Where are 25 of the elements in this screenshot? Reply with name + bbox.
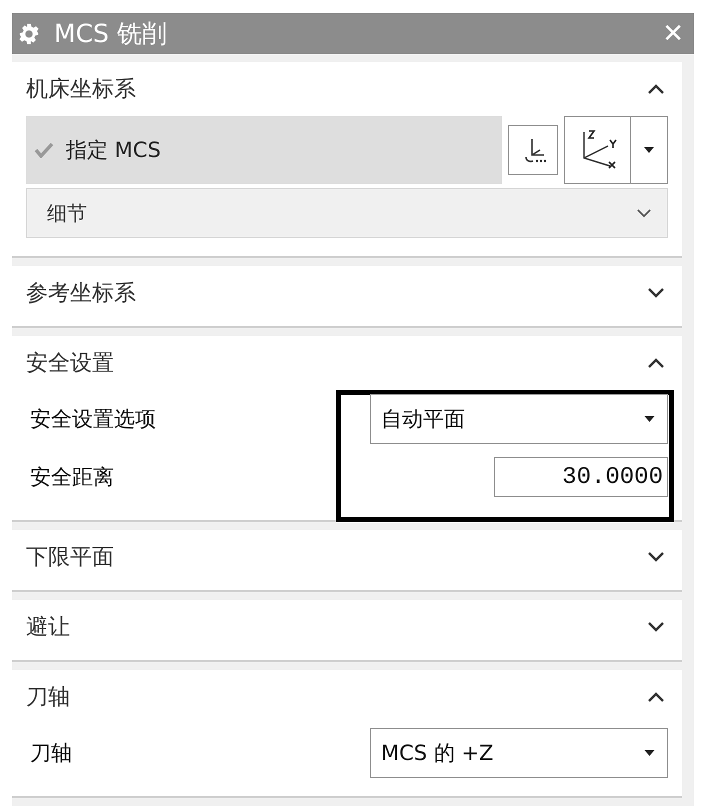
- chevron-down-icon: [648, 622, 664, 632]
- specify-mcs-row[interactable]: 指定 MCS: [26, 116, 502, 184]
- section-header[interactable]: 刀轴: [26, 670, 668, 720]
- section-header[interactable]: 机床坐标系: [26, 62, 668, 112]
- caret-down-icon: [644, 416, 655, 422]
- field-label: 刀轴: [30, 740, 72, 767]
- section-header[interactable]: 安全设置: [26, 336, 668, 386]
- csys-dialog-button[interactable]: [508, 125, 558, 175]
- window-title: MCS 铣削: [54, 18, 168, 50]
- dropdown-field[interactable]: MCS 的 +Z: [370, 728, 668, 778]
- number-input[interactable]: 30.0000: [494, 457, 668, 497]
- field-label: 安全距离: [30, 464, 114, 491]
- chevron-down-icon: [648, 552, 664, 562]
- field-label: 安全设置选项: [30, 406, 156, 433]
- caret-down-icon: [644, 750, 655, 756]
- chevron-up-icon: [648, 358, 664, 368]
- caret-down-icon: [644, 147, 654, 153]
- gear-icon: [18, 22, 40, 44]
- chevron-down-icon: [637, 208, 651, 218]
- chevron-up-icon: [648, 84, 664, 94]
- specify-mcs-label: 指定 MCS: [66, 137, 161, 164]
- details-subsection[interactable]: 细节: [26, 188, 668, 238]
- dropdown-field[interactable]: 自动平面: [370, 394, 668, 444]
- chevron-down-icon: [648, 288, 664, 298]
- chevron-up-icon: [648, 692, 664, 702]
